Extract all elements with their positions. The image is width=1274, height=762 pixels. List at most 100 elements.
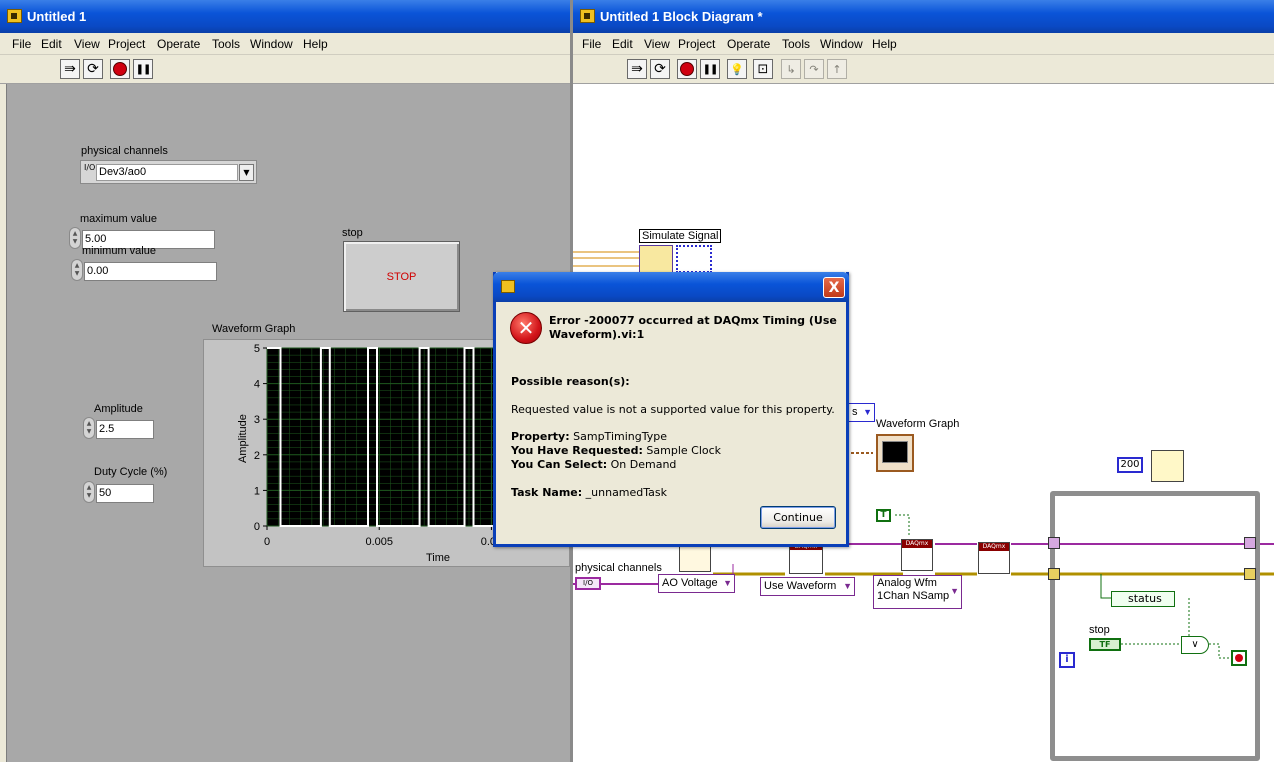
graph-y-axis-label: Amplitude	[237, 414, 249, 463]
status-unbundle[interactable]: status	[1111, 591, 1175, 607]
simulate-signal-label: Simulate Signal	[639, 229, 722, 243]
duty-cycle-field[interactable]: 50	[96, 484, 154, 503]
menu-operate[interactable]: Operate	[157, 37, 200, 51]
task-tunnel-in	[1048, 537, 1060, 549]
property-line: Property: SampTimingType	[511, 430, 667, 443]
pause-icon[interactable]	[133, 59, 153, 79]
error-dialog-titlebar[interactable]: X	[493, 272, 849, 302]
graph-y-tick-label: 3	[254, 414, 260, 426]
step-into-icon: ↳	[781, 59, 801, 79]
menu-window[interactable]: Window	[820, 37, 863, 51]
menu-file[interactable]: File	[12, 37, 31, 51]
analog-wfm-ring[interactable]: Analog Wfm 1Chan NSamp ▼	[873, 575, 962, 609]
true-constant[interactable]: T	[876, 509, 891, 522]
chevron-down-icon[interactable]: ▼	[843, 578, 852, 595]
minimum-value-increment-icon[interactable]: ▲ ▼	[71, 259, 83, 281]
run-continuously-icon[interactable]	[83, 59, 103, 79]
stop-terminal[interactable]: TF	[1089, 638, 1121, 651]
menu-edit[interactable]: Edit	[612, 37, 633, 51]
menu-window[interactable]: Window	[250, 37, 293, 51]
menu-operate[interactable]: Operate	[727, 37, 770, 51]
physical-channels-control[interactable]: I/O Dev3/ao0 ▼	[80, 160, 257, 184]
daqmx-start-task-node[interactable]: DAQmx	[978, 542, 1010, 574]
pause-icon[interactable]	[700, 59, 720, 79]
task-tunnel-out	[1244, 537, 1256, 549]
graph-y-tick-label: 1	[254, 485, 260, 497]
error-tunnel-out	[1244, 568, 1256, 580]
step-over-icon: ↷	[804, 59, 824, 79]
menu-tools[interactable]: Tools	[782, 37, 810, 51]
stop-label: stop	[342, 227, 363, 239]
menu-view[interactable]: View	[74, 37, 100, 51]
highlight-execution-icon[interactable]	[727, 59, 747, 79]
graph-y-tick-label: 2	[254, 450, 260, 462]
daqmx-start-header: DAQmx	[979, 543, 1009, 551]
retain-wire-values-icon[interactable]	[753, 59, 773, 79]
physical-channels-terminal[interactable]: I/O	[575, 577, 601, 590]
amplitude-field[interactable]: 2.5	[96, 420, 154, 439]
wait-ms-clock-icon[interactable]	[1151, 450, 1184, 482]
simulate-signal-output-box	[676, 245, 712, 273]
stop-button[interactable]: STOP	[343, 241, 460, 312]
waveform-graph-terminal[interactable]	[876, 434, 914, 472]
physical-channels-value[interactable]: Dev3/ao0	[96, 164, 238, 181]
daqmx-write-node[interactable]: DAQmx	[901, 539, 933, 571]
use-waveform-ring[interactable]: Use Waveform ▼	[760, 577, 855, 596]
continue-button[interactable]: Continue	[760, 506, 836, 529]
block-diagram-menubar: File Edit View Project Operate Tools Win…	[573, 33, 1274, 55]
bd-waveform-graph-label: Waveform Graph	[876, 418, 960, 430]
error-reason: Requested value is not a supported value…	[511, 403, 835, 416]
partial-ring-constant[interactable]: s ▼	[848, 403, 875, 422]
graph-x-tick-label: 0.005	[365, 536, 393, 548]
wait-ms-constant[interactable]: 200	[1117, 457, 1143, 473]
minimum-value-field[interactable]: 0.00	[84, 262, 217, 281]
possible-reasons-heading: Possible reason(s):	[511, 375, 630, 388]
abort-icon[interactable]	[677, 59, 697, 79]
ao-voltage-ring[interactable]: AO Voltage ▼	[658, 574, 735, 593]
menu-view[interactable]: View	[644, 37, 670, 51]
menu-tools[interactable]: Tools	[212, 37, 240, 51]
maximum-value-label: maximum value	[80, 213, 158, 225]
task-name-line: Task Name: _unnamedTask	[511, 486, 668, 499]
chevron-down-icon[interactable]: ▼	[239, 164, 254, 181]
run-icon[interactable]	[627, 59, 647, 79]
loop-condition-icon[interactable]	[1231, 650, 1247, 666]
simulate-signal-express-vi[interactable]	[639, 245, 673, 273]
graph-y-tick-label: 4	[254, 379, 260, 391]
ao-voltage-text: AO Voltage	[662, 577, 718, 589]
labview-vi-icon	[580, 9, 595, 23]
error-headline: Error -200077 occurred at DAQmx Timing (…	[549, 314, 837, 327]
requested-line: You Have Requested: Sample Clock	[511, 444, 722, 457]
error-headline-2: Waveform).vi:1	[549, 328, 645, 341]
run-continuously-icon[interactable]	[650, 59, 670, 79]
error-dialog: X ✕ Error -200077 occurred at DAQmx Timi…	[493, 272, 849, 547]
close-icon[interactable]: X	[823, 277, 845, 298]
menu-file[interactable]: File	[582, 37, 601, 51]
use-waveform-text: Use Waveform	[764, 580, 837, 592]
menu-edit[interactable]: Edit	[41, 37, 62, 51]
minimum-value-label: minimum value	[82, 245, 156, 257]
duty-cycle-label: Duty Cycle (%)	[94, 466, 168, 478]
chevron-down-icon[interactable]: ▼	[863, 404, 872, 421]
front-panel-window: Untitled 1 File Edit View Project Operat…	[0, 0, 570, 762]
duty-cycle-increment-icon[interactable]: ▲ ▼	[83, 481, 95, 503]
front-panel-titlebar[interactable]: Untitled 1	[0, 0, 570, 33]
block-diagram-titlebar[interactable]: Untitled 1 Block Diagram *	[573, 0, 1274, 33]
maximum-value-increment-icon[interactable]: ▲ ▼	[69, 227, 81, 249]
analog-wfm-line2: 1Chan NSamp	[877, 590, 950, 602]
menu-help[interactable]: Help	[303, 37, 328, 51]
or-function-icon[interactable]: ∨	[1181, 636, 1209, 654]
menu-project[interactable]: Project	[678, 37, 715, 51]
chevron-down-icon[interactable]: ▼	[950, 585, 959, 598]
amplitude-label: Amplitude	[94, 403, 143, 415]
error-tunnel-in	[1048, 568, 1060, 580]
amplitude-increment-icon[interactable]: ▲ ▼	[83, 417, 95, 439]
daqmx-write-header: DAQmx	[902, 540, 932, 548]
chevron-down-icon[interactable]: ▼	[723, 575, 732, 592]
abort-icon[interactable]	[110, 59, 130, 79]
menu-project[interactable]: Project	[108, 37, 145, 51]
menu-help[interactable]: Help	[872, 37, 897, 51]
run-icon[interactable]	[60, 59, 80, 79]
while-loop[interactable]	[1050, 491, 1260, 761]
front-panel-toolbar	[0, 55, 570, 84]
